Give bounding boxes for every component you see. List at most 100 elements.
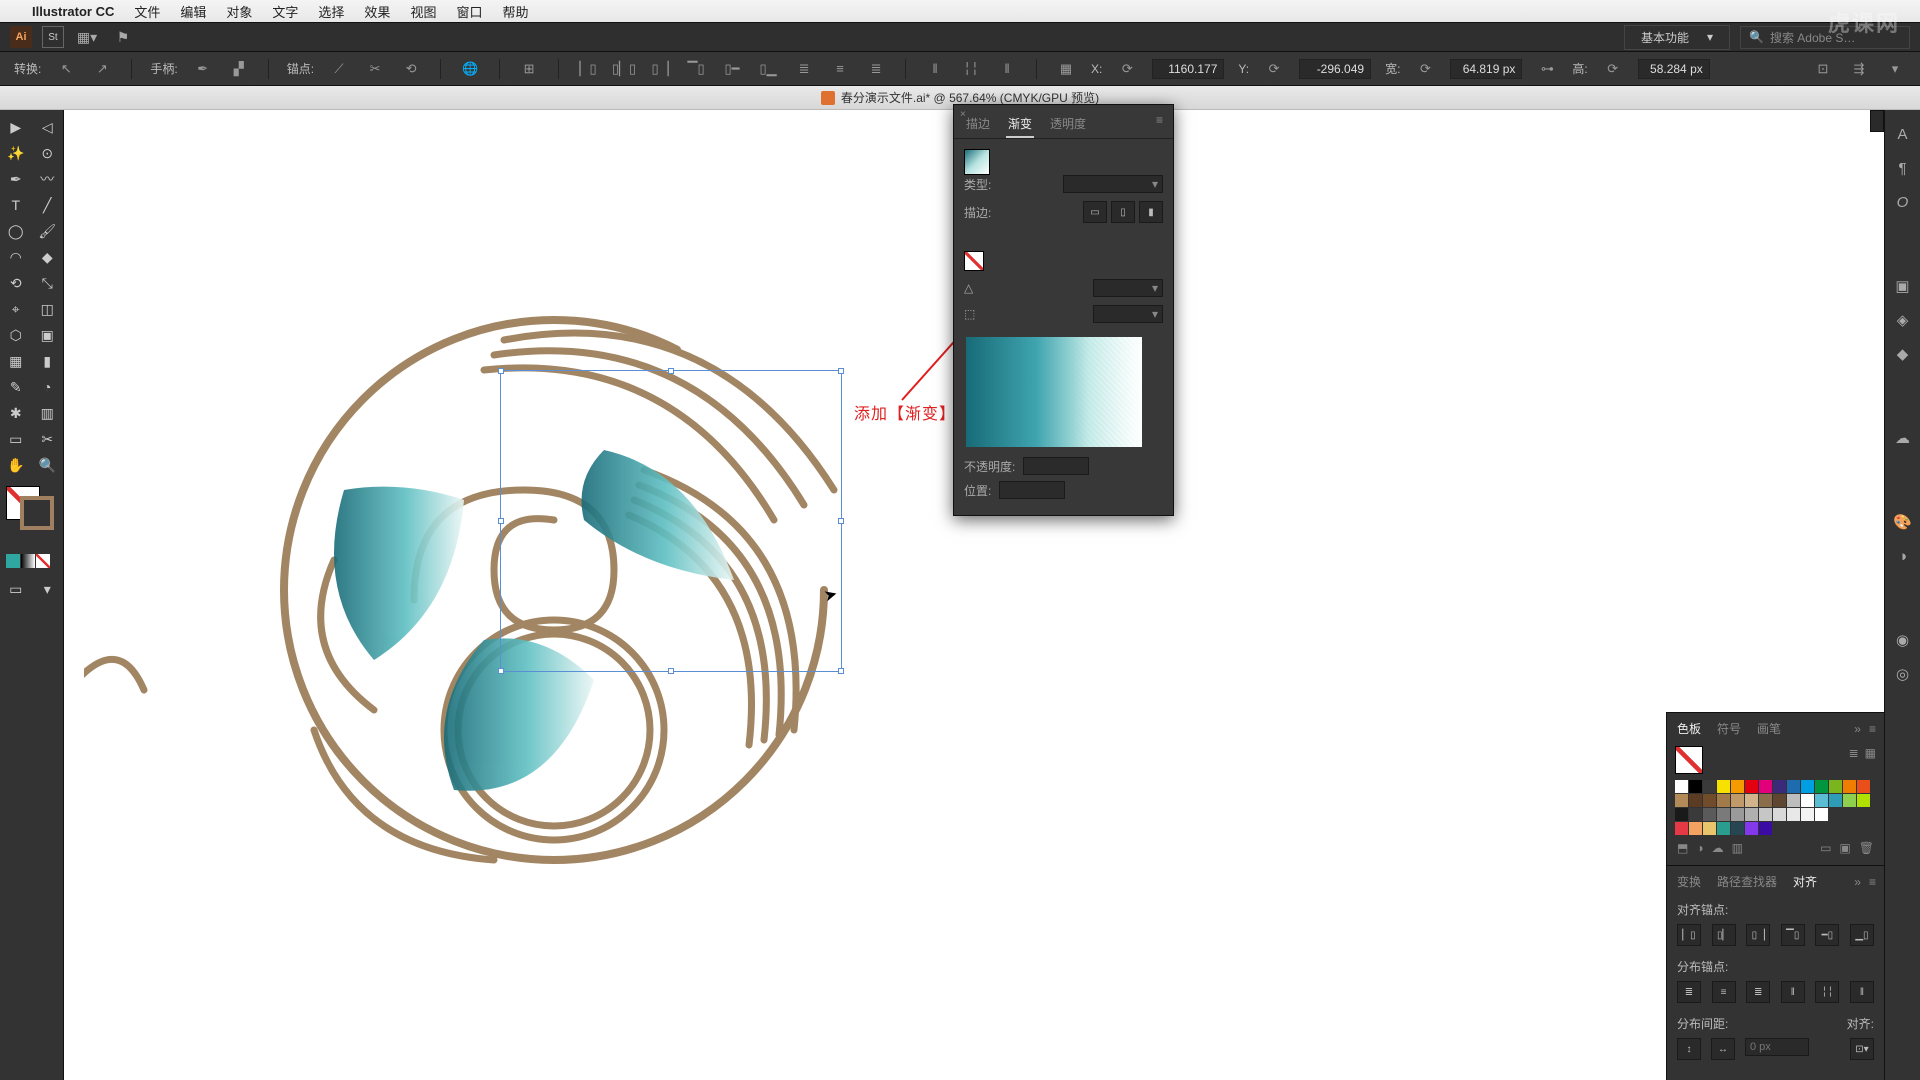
swatch-cell[interactable] [1829, 780, 1842, 793]
color-panel-icon[interactable]: 🎨 [1891, 510, 1915, 534]
menu-effect[interactable]: 效果 [364, 2, 390, 21]
align-hcenter-btn[interactable]: ▯▏ [1712, 924, 1736, 946]
spacing-input[interactable]: 0 px [1745, 1038, 1809, 1056]
new-swatch-icon[interactable]: ▣ [1839, 841, 1850, 855]
swatch-cell[interactable] [1787, 794, 1800, 807]
swatch-cell[interactable] [1689, 822, 1702, 835]
constrain-icon[interactable]: ⊶ [1536, 58, 1558, 80]
artboards-panel-icon[interactable]: ▣ [1891, 274, 1915, 298]
stroke-grad-1-icon[interactable]: ▭ [1083, 201, 1107, 223]
distribute-v2-icon[interactable]: ╎╎ [960, 58, 982, 80]
swatch-cell[interactable] [1745, 822, 1758, 835]
swatch-cell[interactable] [1857, 794, 1870, 807]
swatch-cell[interactable] [1843, 794, 1856, 807]
blend-tool-icon[interactable]: ◔ [32, 374, 64, 400]
dist-bottom-btn[interactable]: ≣ [1746, 981, 1770, 1003]
zoom-tool-icon[interactable]: 🔍 [32, 452, 64, 478]
slice-tool-icon[interactable]: ✂ [32, 426, 64, 452]
swatch-cell[interactable] [1801, 794, 1814, 807]
swatch-expand-icon[interactable]: » [1854, 722, 1861, 736]
gradient-panel[interactable]: × ≡ 描边 渐变 透明度 类型: ▾ 描边: ▭ ▯ ▮ △ ▾ ⬚ ▾ [953, 104, 1174, 516]
swatch-cell[interactable] [1745, 780, 1758, 793]
swatch-libraries-icon[interactable]: ⬒ [1677, 841, 1688, 855]
dist-spacing-h-btn[interactable]: ↔ [1711, 1038, 1735, 1060]
menu-file[interactable]: 文件 [134, 2, 160, 21]
swatch-cell[interactable] [1703, 794, 1716, 807]
grid-view-icon[interactable]: ▦ [1865, 746, 1876, 760]
mini-swatch[interactable] [6, 554, 20, 568]
tab-transparency[interactable]: 透明度 [1048, 111, 1088, 138]
swatch-cell[interactable] [1675, 780, 1688, 793]
swatch-cell[interactable] [1787, 780, 1800, 793]
menu-object[interactable]: 对象 [226, 2, 252, 21]
swatch-cell[interactable] [1759, 794, 1772, 807]
stroke-grad-2-icon[interactable]: ▯ [1111, 201, 1135, 223]
swatch-cell[interactable] [1857, 780, 1870, 793]
align-top-btn[interactable]: ▔▯ [1781, 924, 1805, 946]
dist-left-btn[interactable]: ‖ [1781, 981, 1805, 1003]
appearance-panel-icon[interactable]: ◉ [1891, 628, 1915, 652]
eyedropper-tool-icon[interactable]: ✎ [0, 374, 32, 400]
ai-logo-icon[interactable]: Ai [10, 26, 32, 48]
line-tool-icon[interactable]: ╱ [32, 192, 64, 218]
paintbrush-tool-icon[interactable]: 🖌 [32, 218, 64, 244]
delete-swatch-icon[interactable]: 🗑 [1859, 841, 1874, 855]
align-left-btn[interactable]: ▏▯ [1677, 924, 1701, 946]
swatch-cell[interactable] [1759, 780, 1772, 793]
dist-vcenter-btn[interactable]: ≡ [1712, 981, 1736, 1003]
opentype-panel-icon[interactable]: O [1891, 190, 1915, 214]
direct-selection-tool-icon[interactable]: ◁ [32, 114, 64, 140]
swatch-cell[interactable] [1745, 808, 1758, 821]
tab-gradient[interactable]: 渐变 [1006, 111, 1034, 138]
stock-icon[interactable]: St [42, 26, 64, 48]
panel-menu-icon[interactable]: ≡ [1156, 113, 1163, 127]
swatch-cell[interactable] [1689, 794, 1702, 807]
swatch-cell[interactable] [1773, 808, 1786, 821]
align-top-icon[interactable]: ▔▯ [685, 58, 707, 80]
distribute-v-icon[interactable]: ‖ [924, 58, 946, 80]
menu-select[interactable]: 选择 [318, 2, 344, 21]
swatch-cell[interactable] [1829, 794, 1842, 807]
mini-swatch-none[interactable] [36, 554, 50, 568]
swatch-cell[interactable] [1773, 794, 1786, 807]
handle-2-icon[interactable]: ▞ [228, 58, 250, 80]
arrange-documents-icon[interactable]: ▦▾ [74, 26, 100, 48]
swatch-cell[interactable] [1731, 808, 1744, 821]
convert-anchor-icon[interactable]: ↖ [55, 58, 77, 80]
cut-path-icon[interactable]: ✂ [364, 58, 386, 80]
tab-stroke[interactable]: 描边 [964, 111, 992, 138]
menu-window[interactable]: 窗口 [456, 2, 482, 21]
swatch-cell[interactable] [1689, 808, 1702, 821]
swatch-cell[interactable] [1675, 808, 1688, 821]
symbol-sprayer-tool-icon[interactable]: ✱ [0, 400, 32, 426]
distribute-h3-icon[interactable]: ≣ [865, 58, 887, 80]
align-to-selection-btn[interactable]: ⊡▾ [1850, 1038, 1874, 1060]
align-bottom-btn[interactable]: ▁▯ [1850, 924, 1874, 946]
swatch-colorgroup-icon[interactable]: ▥ [1732, 841, 1743, 855]
align-vcenter-icon[interactable]: ▯━ [721, 58, 743, 80]
curvature-tool-icon[interactable]: 〰 [32, 166, 64, 192]
swatch-cell[interactable] [1773, 780, 1786, 793]
align-right-icon[interactable]: ▯▕ [649, 58, 671, 80]
swatch-cell[interactable] [1731, 780, 1744, 793]
layers-panel-icon[interactable]: ◈ [1891, 308, 1915, 332]
swatch-cell[interactable] [1717, 808, 1730, 821]
swatch-cell[interactable] [1759, 808, 1772, 821]
reference-point-icon[interactable]: ▦ [1055, 58, 1077, 80]
w-value[interactable]: 64.819 px [1450, 59, 1522, 79]
distribute-h2-icon[interactable]: ≡ [829, 58, 851, 80]
opacity-input[interactable] [1023, 457, 1089, 475]
gradient-swatch[interactable] [964, 149, 990, 175]
h-value[interactable]: 58.284 px [1638, 59, 1710, 79]
swatch-cell[interactable] [1703, 822, 1716, 835]
artboard-tool-icon[interactable]: ▭ [0, 426, 32, 452]
selection-bounding-box[interactable] [500, 370, 842, 672]
swatch-cell[interactable] [1703, 780, 1716, 793]
change-screen-icon[interactable]: ▾ [32, 576, 64, 602]
asset-export-panel-icon[interactable]: ◆ [1891, 342, 1915, 366]
hand-tool-icon[interactable]: ✋ [0, 452, 32, 478]
handle-icon[interactable]: ✒ [192, 58, 214, 80]
align-hcenter-icon[interactable]: ▯▏▯ [613, 58, 635, 80]
width-tool-icon[interactable]: ⌖ [0, 296, 32, 322]
menu-type[interactable]: 文字 [272, 2, 298, 21]
